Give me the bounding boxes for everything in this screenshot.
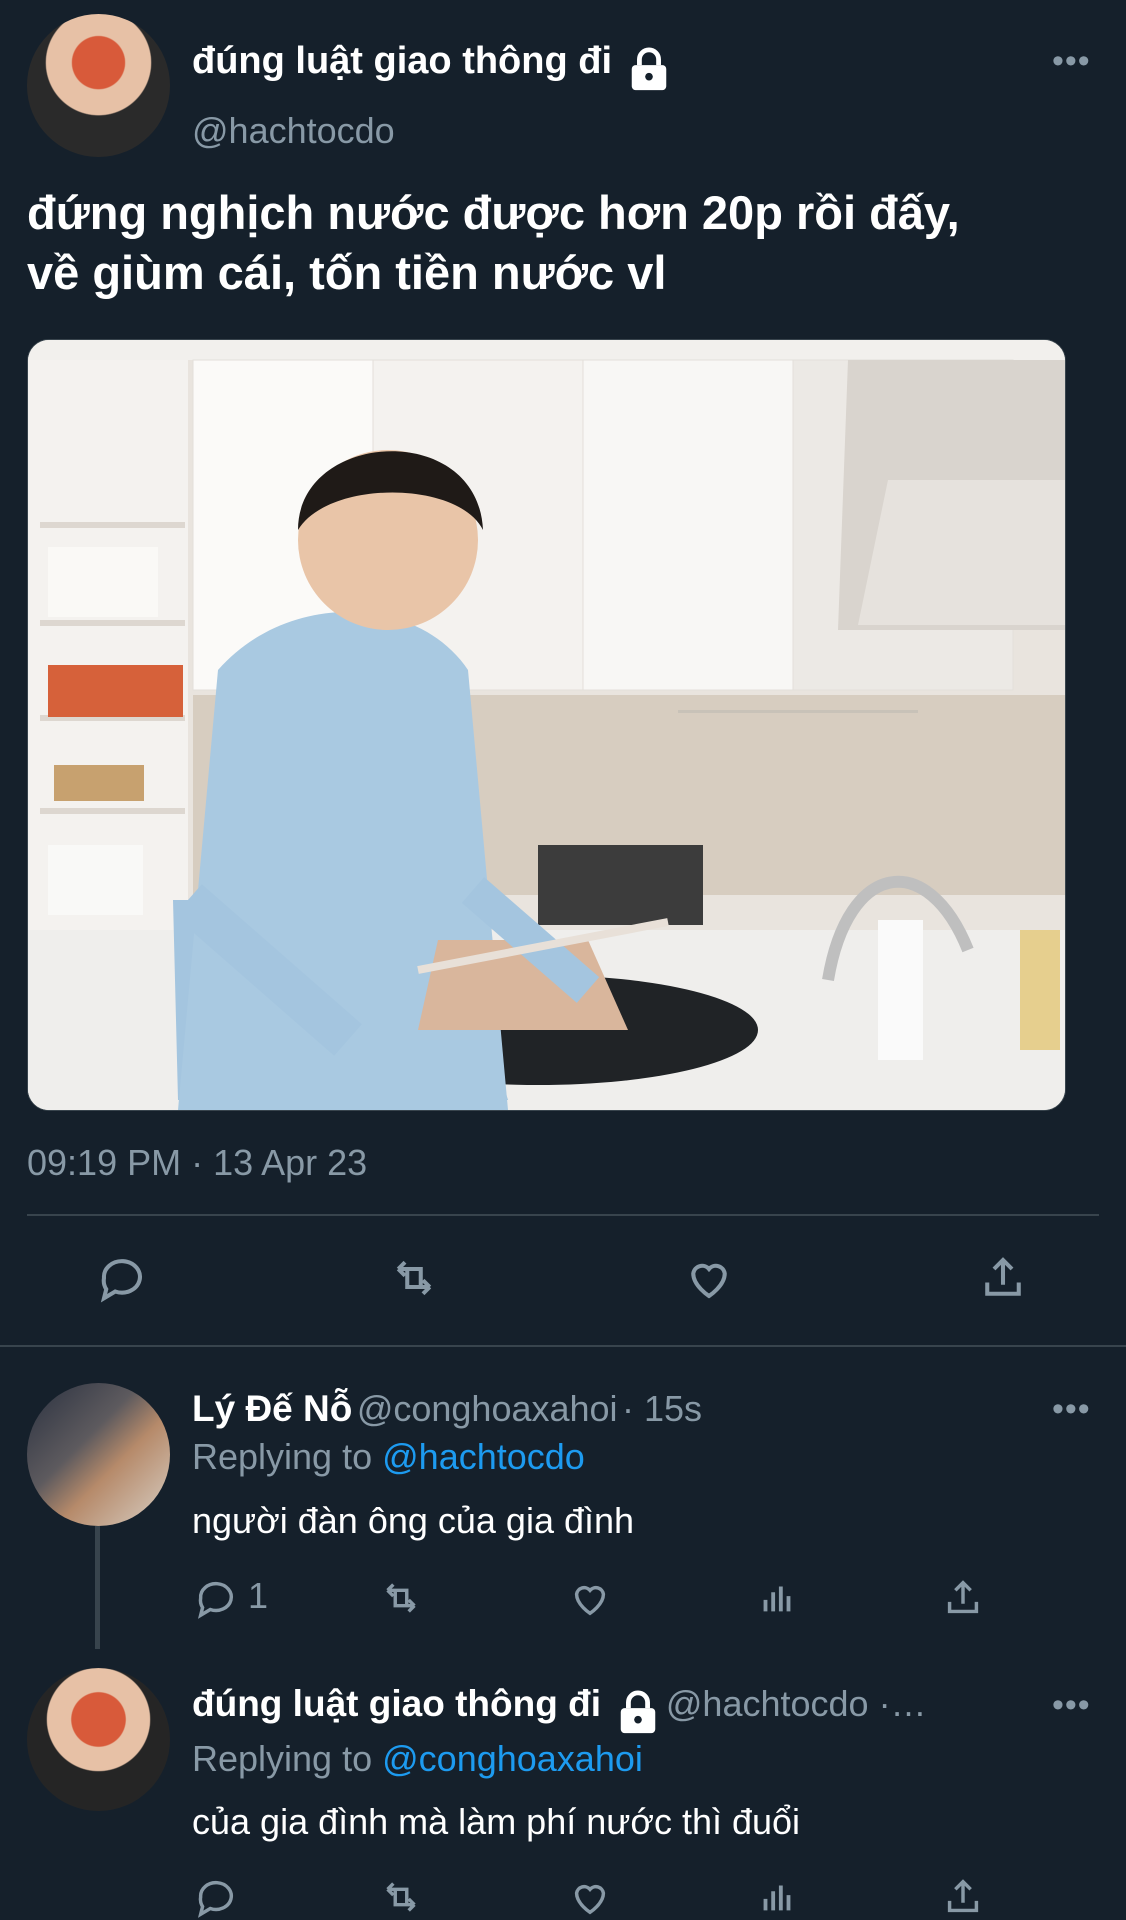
tweet-image[interactable]	[27, 339, 1066, 1111]
reply2-text: của gia đình mà làm phí nước thì đuổi	[192, 1801, 801, 1842]
tweet-timestamp[interactable]: 09:19 PM · 13 Apr 23	[27, 1142, 367, 1184]
tweet-text-line-2: về giùm cái, tốn tiền nước vl	[27, 246, 667, 299]
reply-count: 1	[248, 1575, 269, 1616]
more-options-icon[interactable]: •••	[1052, 42, 1091, 81]
lock-icon	[626, 46, 672, 92]
reply-text: người đàn ông của gia đình	[192, 1500, 635, 1541]
analytics-icon[interactable]	[754, 1874, 800, 1920]
analytics-icon[interactable]	[754, 1575, 800, 1621]
reply2-author-avatar[interactable]	[27, 1668, 170, 1811]
reply-author-handle[interactable]: @conghoaxahoi	[357, 1388, 618, 1429]
author-name-row[interactable]: đúng luật giao thông đi	[192, 40, 672, 92]
tweet-actions	[0, 1251, 1126, 1311]
reply2-author-display-name[interactable]: đúng luật giao thông đi	[192, 1683, 601, 1724]
author-handle[interactable]: @hachtocdo	[192, 110, 395, 152]
replying-to-line: Replying to @hachtocdo	[192, 1436, 585, 1478]
reply-mention-link[interactable]: @hachtocdo	[382, 1436, 585, 1477]
section-divider	[0, 1345, 1126, 1347]
retweet-icon[interactable]	[387, 1251, 441, 1305]
reply-actions: 1	[0, 1575, 1126, 1625]
reply-author-avatar[interactable]	[27, 1383, 170, 1526]
replying-to-line: Replying to @conghoaxahoi	[192, 1738, 643, 1780]
heart-icon[interactable]	[567, 1874, 613, 1920]
share-icon[interactable]	[976, 1251, 1030, 1305]
tweet-text-line-1: đứng nghịch nước được hơn 20p rồi đấy,	[27, 186, 960, 239]
heart-icon[interactable]	[567, 1575, 613, 1621]
share-icon[interactable]	[940, 1575, 986, 1621]
author-avatar[interactable]	[27, 14, 170, 157]
reply2-mention-link[interactable]: @conghoaxahoi	[382, 1738, 643, 1779]
tweet-text: đứng nghịch nước được hơn 20p rồi đấy, v…	[27, 183, 1097, 303]
reply-author-row[interactable]: Lý Đế Nỗ @conghoaxahoi · 15s	[192, 1388, 702, 1430]
comment-icon[interactable]	[193, 1874, 239, 1920]
author-display-name[interactable]: đúng luật giao thông đi	[192, 40, 612, 82]
thread-line	[95, 1526, 100, 1649]
share-icon[interactable]	[940, 1874, 986, 1920]
lock-icon	[615, 1689, 661, 1735]
heart-icon[interactable]	[682, 1251, 736, 1305]
reply-author-display-name[interactable]: Lý Đế Nỗ	[192, 1388, 352, 1429]
reply2-author-handle[interactable]: @hachtocdo ·…	[666, 1683, 927, 1724]
comment-icon[interactable]	[193, 1575, 239, 1621]
reply2-author-row[interactable]: đúng luật giao thông đi @hachtocdo ·…	[192, 1683, 927, 1735]
replying-label: Replying to	[192, 1436, 373, 1477]
more-options-icon[interactable]: •••	[1052, 1686, 1091, 1725]
divider	[27, 1214, 1099, 1216]
more-options-icon[interactable]: •••	[1052, 1390, 1091, 1429]
reply2-actions	[0, 1874, 1126, 1920]
replying-label: Replying to	[192, 1738, 373, 1779]
retweet-icon[interactable]	[378, 1575, 424, 1621]
comment-icon[interactable]	[95, 1251, 149, 1305]
reply-time[interactable]: · 15s	[622, 1388, 702, 1429]
retweet-icon[interactable]	[378, 1874, 424, 1920]
